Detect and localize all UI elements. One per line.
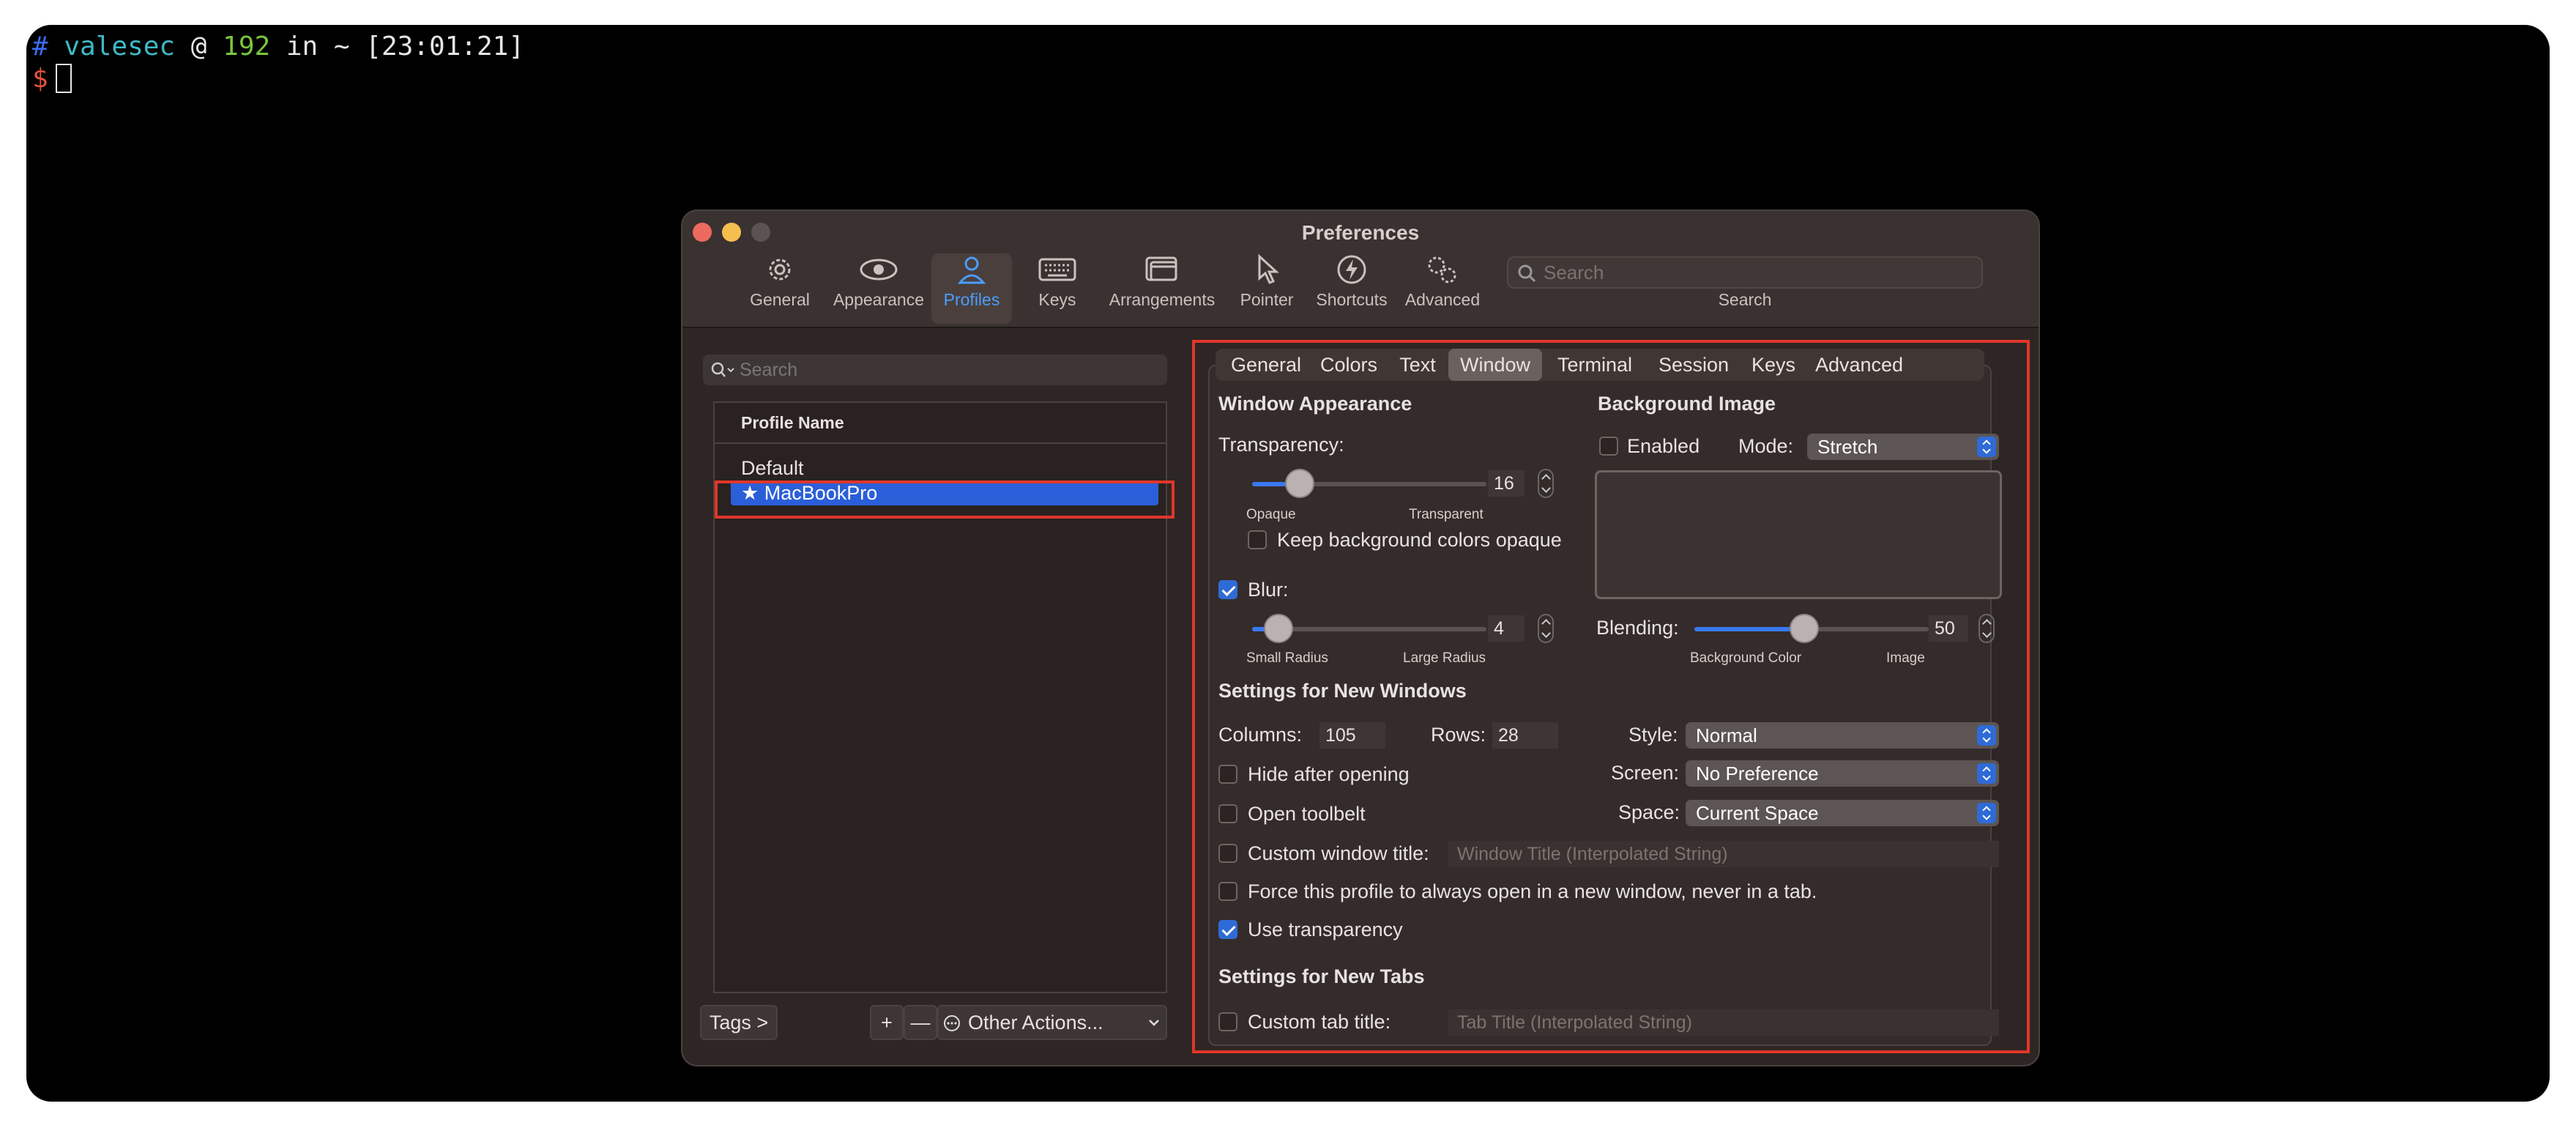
prompt-hash: # <box>32 31 48 62</box>
profile-list-header[interactable]: Profile Name <box>715 403 1166 444</box>
ellipsis-circle-icon <box>944 1015 960 1031</box>
toolbar-profiles[interactable]: Profiles <box>931 253 1012 324</box>
terminal-output: # valesec @ 192 in ~ [23:01:21] $ <box>32 31 524 95</box>
toolbar-keys[interactable]: Keys <box>1021 253 1094 324</box>
highlight-selected-profile <box>715 480 1175 519</box>
prompt-in: in ~ <box>286 31 350 62</box>
highlight-settings-panel <box>1192 340 2030 1053</box>
toolbar-shortcuts[interactable]: Shortcuts <box>1309 253 1394 324</box>
toolbar-general-label: General <box>750 290 810 309</box>
window-title: Preferences <box>1301 221 1420 244</box>
remove-profile-button[interactable]: — <box>904 1005 937 1040</box>
toolbar-keys-label: Keys <box>1038 290 1076 309</box>
bolt-icon <box>1337 255 1366 284</box>
gears-icon <box>1428 256 1456 283</box>
profile-item-default[interactable]: Default <box>731 456 1158 480</box>
prompt-host: 192 <box>223 31 271 62</box>
titlebar: Preferences General Appearance Profiles … <box>682 211 2039 328</box>
person-icon <box>957 256 986 284</box>
toolbar-arrangements[interactable]: Arrangements <box>1100 253 1224 324</box>
tags-button[interactable]: Tags > <box>700 1005 778 1040</box>
eye-icon <box>860 259 898 281</box>
add-profile-button[interactable]: + <box>870 1005 904 1040</box>
search-icon <box>1518 264 1536 283</box>
toolbar-appearance-label: Appearance <box>833 290 925 309</box>
toolbar-appearance[interactable]: Appearance <box>827 253 930 324</box>
gear-icon <box>769 259 791 281</box>
toolbar-pointer[interactable]: Pointer <box>1230 253 1303 324</box>
prompt-user: valesec <box>64 31 176 62</box>
toolbar-search-field[interactable]: Search <box>1507 256 1983 289</box>
other-actions-label: Other Actions... <box>968 1012 1103 1034</box>
chevron-down-icon <box>1149 1020 1159 1026</box>
toolbar-pointer-label: Pointer <box>1240 290 1294 309</box>
toolbar-search-placeholder: Search <box>1544 261 1604 283</box>
windows-icon <box>1145 256 1177 281</box>
other-actions-button[interactable]: Other Actions... <box>937 1005 1167 1040</box>
keyboard-icon <box>1038 258 1076 281</box>
toolbar-arrangements-label: Arrangements <box>1109 290 1216 309</box>
toolbar-advanced[interactable]: Advanced <box>1399 253 1486 324</box>
profile-search-placeholder: Search <box>740 360 798 380</box>
toolbar-advanced-label: Advanced <box>1404 290 1481 309</box>
search-menu-icon <box>711 362 734 377</box>
toolbar-search-label: Search <box>1718 290 1772 309</box>
pointer-icon <box>1258 253 1279 284</box>
toolbar-shortcuts-label: Shortcuts <box>1316 290 1388 309</box>
prompt-dollar: $ <box>32 64 48 94</box>
prompt-at: @ <box>190 31 207 62</box>
toolbar-general[interactable]: General <box>740 253 820 324</box>
prompt-time: [23:01:21] <box>365 31 525 62</box>
toolbar-profiles-label: Profiles <box>943 290 1000 309</box>
preferences-window: Preferences General Appearance Profiles … <box>681 209 2040 1066</box>
profile-search-field[interactable]: Search <box>703 355 1167 385</box>
terminal-cursor <box>55 64 72 93</box>
